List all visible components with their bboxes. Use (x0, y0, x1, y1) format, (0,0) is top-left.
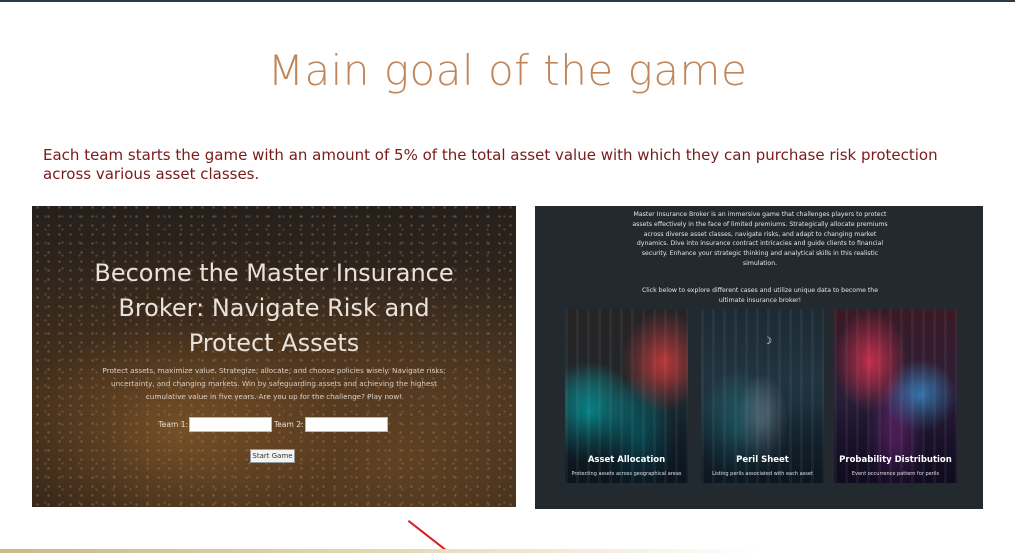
card-label: Peril Sheet (736, 455, 789, 465)
moon-icon: ☽ (763, 336, 772, 347)
hero-title: Become the Master Insurance Broker: Navi… (94, 259, 454, 357)
team1-label: Team 1: (158, 420, 188, 429)
team-inputs: Team 1: Team 2: (32, 417, 516, 432)
page-title: Main goal of the game (267, 46, 748, 95)
game-description: Master Insurance Broker is an immersive … (632, 211, 888, 267)
card-label: Asset Allocation (587, 455, 666, 465)
annotation-arrow (408, 520, 449, 552)
top-border (0, 0, 1015, 2)
team2-label: Team 2: (274, 420, 304, 429)
hero-panel: Become the Master Insurance Broker: Navi… (32, 206, 516, 507)
hero-description: Protect assets, maximize value. Strategi… (102, 366, 446, 401)
team2-input[interactable] (304, 417, 388, 432)
page: Main goal of the game Each team starts t… (0, 0, 1015, 553)
card-subtitle: Protecting assets across geographical ar… (571, 471, 682, 477)
card-subtitle: Event occurrence pattern for perils (851, 471, 940, 477)
card-label: Probability Distribution (839, 455, 952, 465)
card-asset-allocation[interactable]: Asset Allocation Protecting assets acros… (565, 309, 688, 483)
info-panel: Master Insurance Broker is an immersive … (535, 206, 983, 509)
explore-prompt: Click below to explore different cases a… (641, 287, 879, 304)
team1-input[interactable] (189, 417, 272, 432)
card-peril-sheet[interactable]: ☽ Peril Sheet Listing perils associated … (701, 309, 824, 483)
card-subtitle: Listing perils associated with each asse… (712, 471, 813, 477)
card-probability-distribution[interactable]: Probability Distribution Event occurrenc… (834, 309, 957, 483)
bottom-divider (0, 549, 1015, 553)
intro-paragraph: Each team starts the game with an amount… (43, 146, 938, 183)
start-game-button[interactable]: Start Game (250, 449, 295, 463)
